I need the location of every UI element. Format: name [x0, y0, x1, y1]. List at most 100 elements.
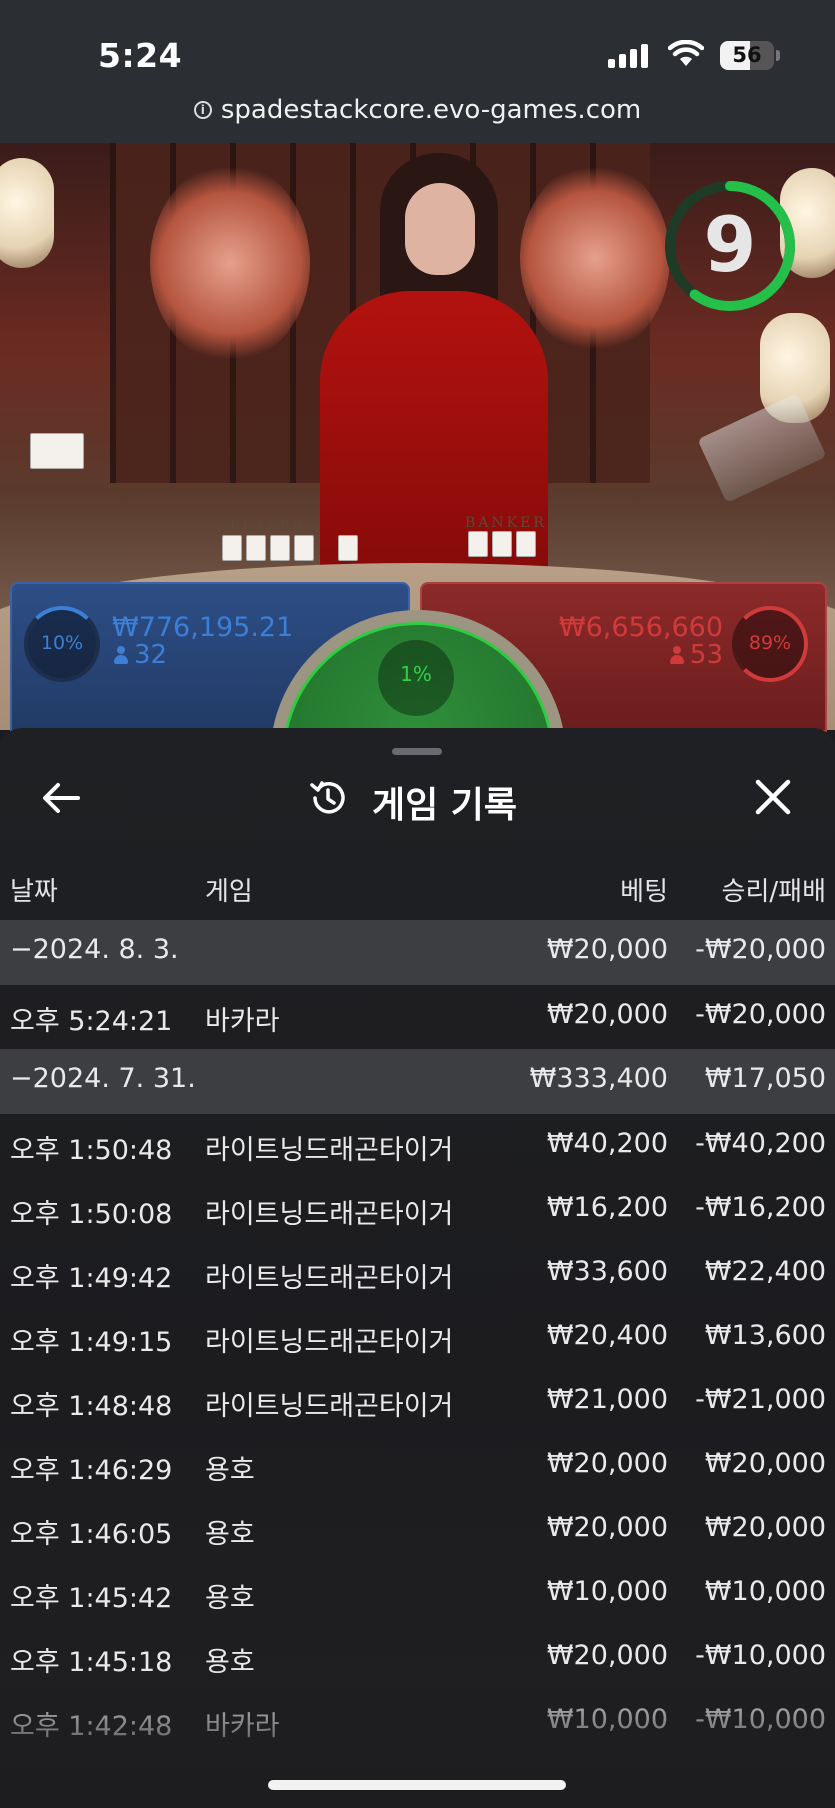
card — [246, 535, 266, 561]
row-bet: ₩33,600 — [546, 1256, 668, 1287]
table-row[interactable]: 오후 1:45:42 용호 ₩10,000 ₩10,000 — [0, 1562, 835, 1626]
date-group-row[interactable]: −2024. 7. 31. ₩333,400 ₩17,050 — [0, 1049, 835, 1114]
row-game: 라이트닝드래곤타이거 — [205, 1135, 454, 1166]
row-result: ₩17,050 — [704, 1063, 826, 1094]
card — [222, 535, 242, 561]
row-result: -₩21,000 — [695, 1384, 826, 1415]
table-row[interactable]: 오후 1:49:42 라이트닝드래곤타이거 ₩33,600 ₩22,400 — [0, 1242, 835, 1306]
row-bet: ₩21,000 — [546, 1384, 668, 1415]
column-header-result[interactable]: 승리/패배 — [722, 871, 826, 908]
card — [270, 535, 290, 561]
banker-bettor-count: 53 — [669, 640, 723, 670]
status-bar: 5:24 56 — [0, 0, 835, 95]
history-icon — [310, 781, 345, 814]
row-date: 오후 1:49:42 — [10, 1263, 173, 1294]
player-bettor-count: 32 — [114, 640, 167, 670]
row-date: 오후 1:45:42 — [10, 1583, 173, 1614]
row-date: 오후 1:50:08 — [10, 1199, 173, 1230]
column-header-game[interactable]: 게임 — [205, 871, 253, 908]
column-header-date[interactable]: 날짜 — [10, 871, 58, 908]
home-indicator[interactable] — [268, 1780, 566, 1790]
banker-percent: 89% — [748, 632, 792, 654]
close-icon — [755, 779, 791, 815]
status-time: 5:24 — [98, 36, 183, 75]
row-result: ₩22,400 — [704, 1256, 826, 1287]
info-icon[interactable]: i — [193, 101, 212, 119]
player-count-value: 32 — [134, 640, 168, 670]
card — [468, 531, 488, 557]
card — [516, 531, 536, 557]
row-bet: ₩16,200 — [546, 1192, 668, 1223]
row-date: 오후 1:46:05 — [10, 1519, 173, 1550]
history-list: −2024. 8. 3. ₩20,000 -₩20,000 오후 5:24:21 바카라… — [0, 920, 835, 1754]
wifi-icon — [668, 40, 704, 66]
dealer-face — [405, 183, 475, 275]
row-bet: ₩20,000 — [546, 1512, 668, 1543]
cellular-signal-icon — [608, 44, 650, 68]
table-row[interactable]: 오후 5:24:21 바카라 ₩20,000 -₩20,000 — [0, 985, 835, 1049]
card — [338, 535, 358, 561]
lantern-left — [0, 158, 54, 268]
person-icon — [669, 646, 684, 664]
column-header-bet[interactable]: 베팅 — [620, 871, 668, 908]
table-row[interactable]: 오후 1:50:48 라이트닝드래곤타이거 ₩40,200 -₩40,200 — [0, 1114, 835, 1178]
tie-percent: 1% — [400, 662, 432, 686]
blossom-right — [520, 163, 670, 353]
sheet-title: 게임 기록 — [372, 785, 518, 826]
player-percent: 10% — [40, 632, 84, 654]
url-text: spadestackcore.evo-games.com — [220, 95, 642, 125]
row-result: -₩20,000 — [695, 999, 826, 1030]
row-date: 오후 1:49:15 — [10, 1327, 173, 1358]
row-bet: ₩20,000 — [546, 1448, 668, 1479]
table-label-player: PLAYER — [230, 519, 307, 535]
row-bet: ₩20,400 — [546, 1320, 668, 1351]
back-button[interactable] — [38, 774, 86, 822]
row-date: −2024. 8. 3. — [10, 934, 179, 965]
row-game: 용호 — [205, 1583, 255, 1614]
row-result: -₩16,200 — [695, 1192, 826, 1223]
row-bet: ₩20,000 — [546, 999, 668, 1030]
address-bar[interactable]: i spadestackcore.evo-games.com — [0, 95, 835, 143]
row-result: ₩20,000 — [704, 1512, 826, 1543]
close-button[interactable] — [750, 774, 796, 820]
date-group-row[interactable]: −2024. 8. 3. ₩20,000 -₩20,000 — [0, 920, 835, 985]
person-icon — [114, 646, 128, 664]
card — [294, 535, 314, 561]
game-history-sheet: 게임 기록 날짜 게임 베팅 승리/패배 −2024. 8. 3. ₩20,000… — [0, 728, 835, 1808]
player-bet-amount: ₩776,195.21 — [112, 612, 294, 643]
row-date: 오후 5:24:21 — [10, 1006, 173, 1037]
arrow-left-icon — [43, 783, 80, 813]
row-date: 오후 1:46:29 — [10, 1455, 173, 1486]
row-date: 오후 1:48:48 — [10, 1391, 173, 1422]
row-bet: ₩20,000 — [546, 934, 668, 965]
card-stack — [30, 433, 84, 469]
table-row[interactable]: 오후 1:48:48 라이트닝드래곤타이거 ₩21,000 -₩21,000 — [0, 1370, 835, 1434]
battery-icon: 56 — [720, 41, 774, 70]
row-game: 용호 — [205, 1455, 255, 1486]
countdown-number: 9 — [703, 200, 757, 289]
banker-count-value: 53 — [689, 640, 723, 670]
row-game: 라이트닝드래곤타이거 — [205, 1199, 454, 1230]
table-label-banker: BANKER — [465, 515, 547, 531]
row-bet: ₩333,400 — [529, 1063, 668, 1094]
row-bet: ₩10,000 — [546, 1576, 668, 1607]
row-game: 라이트닝드래곤타이거 — [205, 1263, 454, 1294]
battery-percent: 56 — [732, 43, 762, 67]
table-row[interactable]: 오후 1:46:05 용호 ₩20,000 ₩20,000 — [0, 1498, 835, 1562]
row-game: 라이트닝드래곤타이거 — [205, 1327, 454, 1358]
sheet-grabber[interactable] — [392, 748, 442, 755]
table-row[interactable]: 오후 1:50:08 라이트닝드래곤타이거 ₩16,200 -₩16,200 — [0, 1178, 835, 1242]
row-result: -₩20,000 — [695, 934, 826, 965]
row-game: 바카라 — [205, 1006, 280, 1037]
battery-tip — [776, 50, 780, 61]
row-bet: ₩40,200 — [546, 1128, 668, 1159]
table-row[interactable]: 오후 1:49:15 라이트닝드래곤타이거 ₩20,400 ₩13,600 — [0, 1306, 835, 1370]
row-date: −2024. 7. 31. — [10, 1063, 196, 1094]
blossom-left — [150, 163, 310, 363]
row-date: 오후 1:50:48 — [10, 1135, 173, 1166]
banker-bet-amount: ₩6,656,660 — [558, 612, 723, 643]
row-game: 라이트닝드래곤타이거 — [205, 1391, 454, 1422]
row-result: ₩13,600 — [704, 1320, 826, 1351]
table-row[interactable]: 오후 1:46:29 용호 ₩20,000 ₩20,000 — [0, 1434, 835, 1498]
row-result: -₩10,000 — [695, 1640, 826, 1671]
